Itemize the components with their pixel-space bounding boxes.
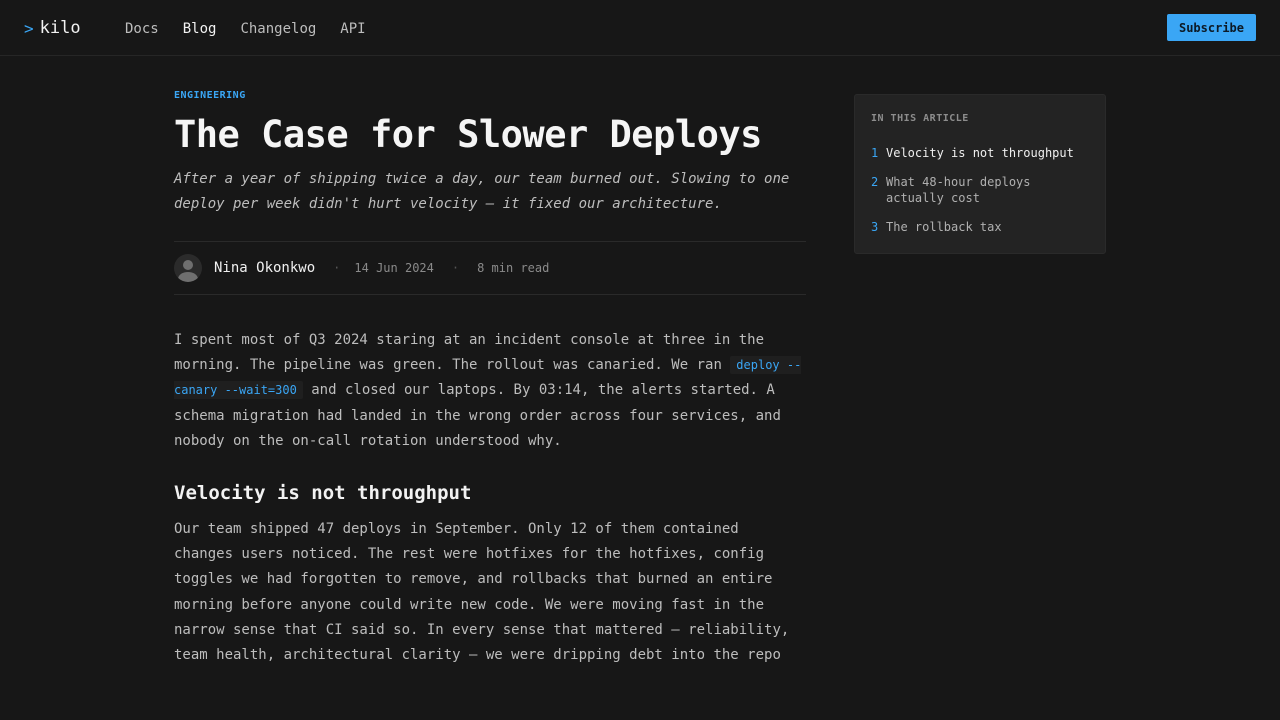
main-nav: Docs Blog Changelog API — [125, 21, 366, 37]
intro-paragraph: I spent most of Q3 2024 staring at an in… — [174, 328, 806, 454]
publish-date: 14 Jun 2024 — [354, 261, 434, 275]
toc-item-label: Velocity is not throughput — [886, 146, 1074, 160]
read-time: 8 min read — [477, 261, 550, 275]
article-category[interactable]: ENGINEERING — [174, 90, 806, 101]
section-paragraph: Our team shipped 47 deploys in September… — [174, 521, 790, 664]
section-heading: Velocity is not throughput — [174, 482, 472, 505]
brand-name: kilo — [39, 18, 81, 38]
prompt-chevron-icon: > — [24, 18, 34, 38]
toc-item-number: 2 — [871, 175, 879, 189]
toc-item-label: The rollback tax — [886, 220, 1002, 234]
toc-item-label: What 48-hour deploys actually cost — [886, 175, 1031, 205]
article-title: The Case for Slower Deploys — [174, 113, 762, 156]
table-of-contents: IN THIS ARTICLE 1 Velocity is not throug… — [854, 94, 1106, 254]
toc-item-number: 3 — [871, 220, 879, 234]
nav-link-api[interactable]: API — [340, 21, 365, 37]
toc-list: 1 Velocity is not throughput 2 What 48-h… — [871, 145, 1089, 235]
brand-logo[interactable]: > kilo — [24, 18, 81, 38]
intro-text-start: I spent most of Q3 2024 staring at an in… — [174, 332, 765, 374]
top-navigation-bar: > kilo Docs Blog Changelog API Subscribe — [0, 0, 1280, 56]
meta-separator: · — [333, 261, 341, 275]
toc-item-number: 1 — [871, 146, 879, 160]
author-name[interactable]: Nina Okonkwo — [214, 260, 315, 276]
nav-link-docs[interactable]: Docs — [125, 21, 159, 37]
author-avatar — [174, 254, 202, 282]
toc-heading: IN THIS ARTICLE — [871, 113, 969, 124]
subscribe-button[interactable]: Subscribe — [1167, 14, 1256, 41]
nav-link-blog[interactable]: Blog — [183, 21, 217, 37]
toc-item-velocity[interactable]: 1 Velocity is not throughput — [871, 145, 1089, 161]
article: ENGINEERING The Case for Slower Deploys … — [174, 90, 806, 668]
article-subtitle: After a year of shipping twice a day, ou… — [174, 171, 790, 212]
nav-link-changelog[interactable]: Changelog — [240, 21, 316, 37]
meta-separator: · — [451, 261, 460, 275]
article-meta: Nina Okonkwo · 14 Jun 2024 · 8 min read — [174, 241, 806, 295]
avatar-head-shape — [183, 260, 193, 270]
toc-item-rollback-tax[interactable]: 3 The rollback tax — [871, 219, 1089, 235]
toc-item-deploy-cost[interactable]: 2 What 48-hour deploys actually cost — [871, 174, 1089, 206]
avatar-body-shape — [178, 272, 198, 282]
